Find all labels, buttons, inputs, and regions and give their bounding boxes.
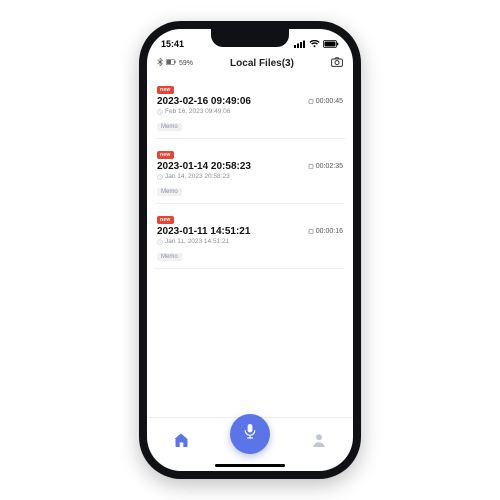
list-item[interactable]: new 2023-02-16 09:49:06 00:00:45 Feb 16,… xyxy=(155,74,345,139)
battery-pct-label: 59% xyxy=(179,60,193,67)
file-name: 2023-01-14 20:58:23 xyxy=(157,161,251,172)
new-badge: new xyxy=(157,86,174,94)
phone-frame: 15:41 59% xyxy=(139,21,361,479)
file-name: 2023-01-11 14:51:21 xyxy=(157,226,250,237)
home-indicator[interactable] xyxy=(215,464,285,467)
tab-bar xyxy=(147,417,353,471)
bluetooth-icon xyxy=(157,58,163,68)
profile-tab[interactable] xyxy=(299,431,339,449)
file-subtitle: Jan 14, 2023 20:58:23 xyxy=(157,173,343,180)
bluetooth-status: 59% xyxy=(157,58,193,68)
new-badge: new xyxy=(157,151,174,159)
file-subtitle: Jan 11, 2023 14:51:21 xyxy=(157,238,343,245)
file-duration: 00:00:16 xyxy=(308,228,343,235)
file-duration: 00:02:35 xyxy=(308,163,343,170)
file-duration: 00:00:45 xyxy=(308,98,343,105)
header-bar: 59% Local Files(3) xyxy=(147,53,353,71)
camera-icon[interactable] xyxy=(331,54,343,72)
screen: 15:41 59% xyxy=(147,29,353,471)
memo-tag: Memo xyxy=(157,188,182,196)
file-subtitle: Feb 16, 2023 09:49:06 xyxy=(157,108,343,115)
list-item[interactable]: new 2023-01-11 14:51:21 00:00:16 Jan 11,… xyxy=(155,204,345,269)
new-badge: new xyxy=(157,216,174,224)
notch xyxy=(211,29,289,47)
battery-icon xyxy=(323,40,339,48)
memo-tag: Memo xyxy=(157,123,182,131)
microphone-icon xyxy=(241,422,259,445)
battery-small-icon xyxy=(166,59,176,67)
memo-tag: Memo xyxy=(157,253,182,261)
file-list: new 2023-02-16 09:49:06 00:00:45 Feb 16,… xyxy=(147,71,353,417)
cellular-icon xyxy=(294,40,306,48)
clock-time: 15:41 xyxy=(161,39,184,49)
page-title: Local Files(3) xyxy=(230,58,294,69)
file-name: 2023-02-16 09:49:06 xyxy=(157,96,251,107)
list-item[interactable]: new 2023-01-14 20:58:23 00:02:35 Jan 14,… xyxy=(155,139,345,204)
wifi-icon xyxy=(309,40,320,48)
record-button[interactable] xyxy=(230,414,270,454)
status-indicators xyxy=(294,40,339,48)
home-tab[interactable] xyxy=(161,431,201,449)
